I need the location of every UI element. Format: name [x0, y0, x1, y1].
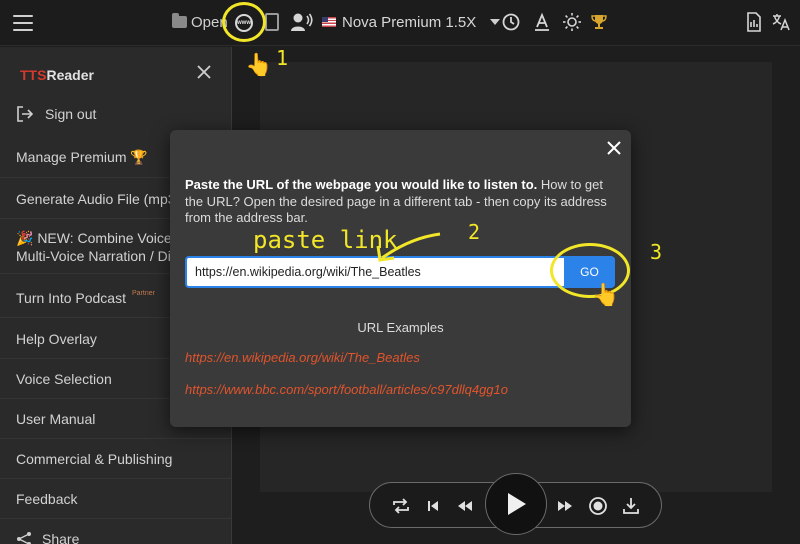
sidebar-item-label: 🎉 NEW: Combine Voices — [16, 229, 179, 246]
sidebar-item-label: Manage Premium 🏆 — [16, 149, 148, 165]
sidebar-item-label: Turn Into Podcast — [16, 289, 126, 306]
sidebar-item-label-line2: Multi-Voice Narration / Di — [16, 247, 171, 264]
sign-out-icon — [17, 106, 34, 122]
brand-reader: Reader — [46, 67, 94, 83]
font-icon[interactable] — [531, 11, 553, 33]
repeat-icon[interactable] — [390, 495, 412, 517]
translate-icon[interactable] — [770, 11, 792, 33]
sidebar-item-label: User Manual — [16, 410, 96, 427]
voice-select-label: Nova Premium 1.5X — [342, 13, 477, 31]
download-icon[interactable] — [620, 495, 642, 517]
annotation-step-1: 1 — [276, 46, 289, 70]
highlight-circle-step-1 — [222, 2, 266, 42]
folder-icon — [172, 13, 187, 28]
sidebar-item-label: Voice Selection — [16, 370, 112, 387]
sidebar-item-label: Sign out — [45, 106, 97, 122]
fast-forward-icon[interactable] — [554, 495, 576, 517]
chevron-down-icon — [490, 19, 501, 25]
us-flag-icon — [322, 17, 336, 27]
sidebar-item-sign-out[interactable]: Sign out — [0, 97, 232, 131]
pointing-hand-icon: 👆 — [245, 52, 273, 77]
voice-select-dropdown[interactable]: Nova Premium 1.5X — [322, 10, 501, 34]
top-toolbar: Open www Nova Premium 1.5X — [0, 0, 800, 46]
hamburger-menu-icon[interactable] — [12, 12, 34, 34]
brightness-icon[interactable] — [561, 11, 583, 33]
dialog-instructions: Paste the URL of the webpage you would l… — [185, 177, 621, 227]
open-button[interactable]: Open — [172, 10, 228, 34]
brand-tts: TTS — [20, 67, 47, 83]
url-examples-heading: URL Examples — [357, 320, 444, 335]
voice-icon[interactable] — [290, 11, 314, 33]
sidebar-item-share[interactable]: Share — [0, 519, 232, 544]
skip-back-icon[interactable] — [422, 495, 444, 517]
annotation-step-3: 3 — [650, 240, 663, 264]
timer-icon[interactable] — [500, 11, 522, 33]
arrow-annotation — [376, 232, 441, 262]
trophy-icon[interactable] — [588, 11, 610, 33]
sidebar-item-feedback[interactable]: Feedback — [0, 479, 232, 519]
sidebar-item-commercial[interactable]: Commercial & Publishing — [0, 439, 232, 479]
play-icon — [508, 493, 526, 515]
sidebar-item-label: Feedback — [16, 490, 78, 507]
play-button[interactable] — [485, 473, 547, 535]
example-link[interactable]: https://en.wikipedia.org/wiki/The_Beatle… — [185, 350, 420, 365]
annotation-step-2: 2 — [468, 220, 481, 244]
dialog-instructions-bold: Paste the URL of the webpage you would l… — [185, 177, 538, 192]
sidebar-item-label: Help Overlay — [16, 330, 97, 347]
page-icon[interactable] — [265, 13, 279, 31]
sidebar-item-label: Generate Audio File (mp3) — [16, 190, 181, 207]
sidebar-item-label: Share — [42, 531, 80, 544]
sidebar-item-label: Commercial & Publishing — [16, 450, 173, 467]
close-icon[interactable] — [196, 64, 212, 80]
document-icon[interactable] — [743, 11, 765, 33]
brand-logo: TTSReader — [20, 67, 94, 83]
pointing-hand-icon: 👆 — [592, 282, 620, 307]
example-link[interactable]: https://www.bbc.com/sport/football/artic… — [185, 382, 508, 397]
close-icon[interactable] — [606, 140, 622, 156]
partner-badge: Partner — [131, 290, 155, 297]
rewind-icon[interactable] — [454, 495, 476, 517]
record-icon[interactable] — [587, 495, 609, 517]
share-icon — [17, 532, 31, 544]
